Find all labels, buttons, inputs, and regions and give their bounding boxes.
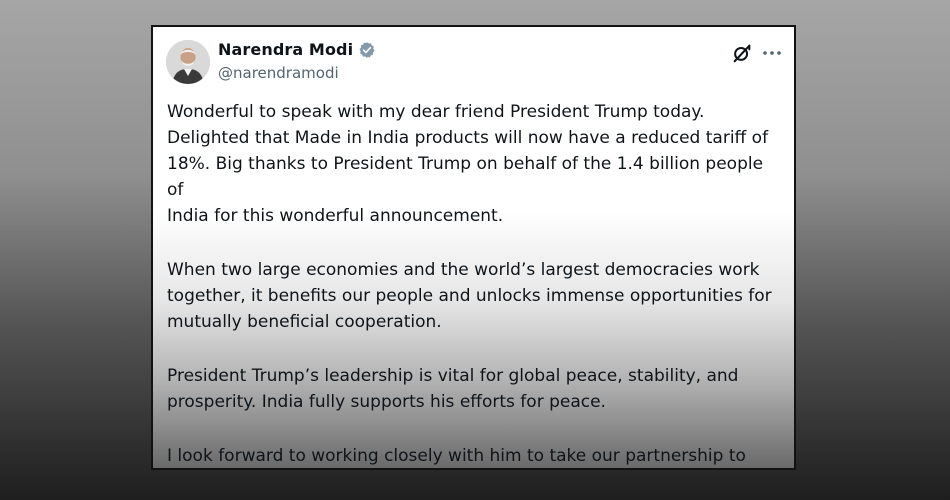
author-name[interactable]: Narendra Modi	[218, 40, 353, 59]
avatar-portrait	[166, 40, 210, 84]
post-card: Narendra Modi @narendramodi Wonderful to…	[151, 25, 796, 470]
post-text: Wonderful to speak with my dear friend P…	[167, 99, 782, 468]
post-paragraph: I look forward to working closely with h…	[167, 446, 746, 466]
grok-icon[interactable]	[731, 42, 753, 64]
more-horizontal-icon[interactable]	[760, 41, 784, 65]
author-name-row[interactable]: Narendra Modi	[218, 40, 376, 59]
avatar[interactable]	[166, 40, 210, 84]
post-paragraph: When two large economies and the world’s…	[167, 260, 772, 332]
verified-badge-icon	[358, 41, 376, 59]
author-handle[interactable]: @narendramodi	[218, 64, 339, 82]
post-paragraph: President Trump’s leadership is vital fo…	[167, 366, 739, 412]
post-paragraph: Wonderful to speak with my dear friend P…	[167, 102, 769, 226]
